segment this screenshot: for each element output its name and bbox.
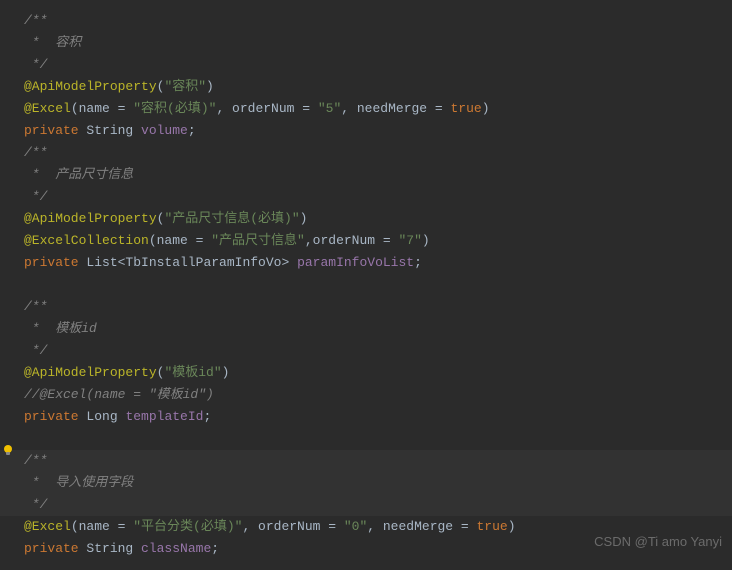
code-line: @ApiModelProperty("容积")	[24, 76, 732, 98]
code-line-highlighted: * 导入使用字段	[0, 472, 732, 494]
code-line: private List<TbInstallParamInfoVo> param…	[24, 252, 732, 274]
code-line	[24, 428, 732, 450]
code-line: */	[24, 186, 732, 208]
code-line: private String volume;	[24, 120, 732, 142]
keyword: private	[24, 255, 86, 270]
code-line: @ApiModelProperty("产品尺寸信息(必填)")	[24, 208, 732, 230]
code-line: @ExcelCollection(name = "产品尺寸信息",orderNu…	[24, 230, 732, 252]
comment: * 模板id	[24, 321, 97, 336]
annotation: @Excel	[24, 101, 71, 116]
code-line: /**	[24, 296, 732, 318]
code-line-highlighted: /**	[0, 450, 732, 472]
code-line: * 模板id	[24, 318, 732, 340]
annotation: @ExcelCollection	[24, 233, 149, 248]
field: className	[141, 541, 211, 556]
keyword: private	[24, 409, 86, 424]
code-line: * 产品尺寸信息	[24, 164, 732, 186]
comment: /**	[24, 299, 47, 314]
code-line: */	[24, 340, 732, 362]
code-line: private Long templateId;	[24, 406, 732, 428]
field: templateId	[125, 409, 203, 424]
annotation: @ApiModelProperty	[24, 79, 157, 94]
code-line: * 容积	[24, 32, 732, 54]
keyword: private	[24, 541, 86, 556]
code-line: /**	[24, 10, 732, 32]
code-editor[interactable]: /** * 容积 */ @ApiModelProperty("容积") @Exc…	[0, 0, 732, 570]
comment: //@Excel(name = "模板id")	[24, 387, 214, 402]
comment: /**	[24, 13, 47, 28]
comment: /**	[24, 453, 47, 468]
code-line: //@Excel(name = "模板id")	[24, 384, 732, 406]
comment: /**	[24, 145, 47, 160]
code-line	[24, 274, 732, 296]
code-line: /**	[24, 142, 732, 164]
code-line: @Excel(name = "容积(必填)", orderNum = "5", …	[24, 98, 732, 120]
keyword: private	[24, 123, 86, 138]
comment: */	[24, 57, 47, 72]
annotation: @ApiModelProperty	[24, 365, 157, 380]
comment: * 导入使用字段	[24, 475, 133, 490]
comment: */	[24, 189, 47, 204]
field: paramInfoVoList	[297, 255, 414, 270]
annotation: @ApiModelProperty	[24, 211, 157, 226]
code-line: */	[24, 54, 732, 76]
annotation: @Excel	[24, 519, 71, 534]
comment: */	[24, 497, 47, 512]
lightbulb-icon[interactable]	[2, 442, 14, 454]
comment: * 产品尺寸信息	[24, 167, 133, 182]
comment: * 容积	[24, 35, 81, 50]
field: volume	[141, 123, 188, 138]
code-line-highlighted: */	[0, 494, 732, 516]
code-line: @ApiModelProperty("模板id")	[24, 362, 732, 384]
watermark-text: CSDN @Ti amo Yanyi	[594, 531, 722, 553]
comment: */	[24, 343, 47, 358]
